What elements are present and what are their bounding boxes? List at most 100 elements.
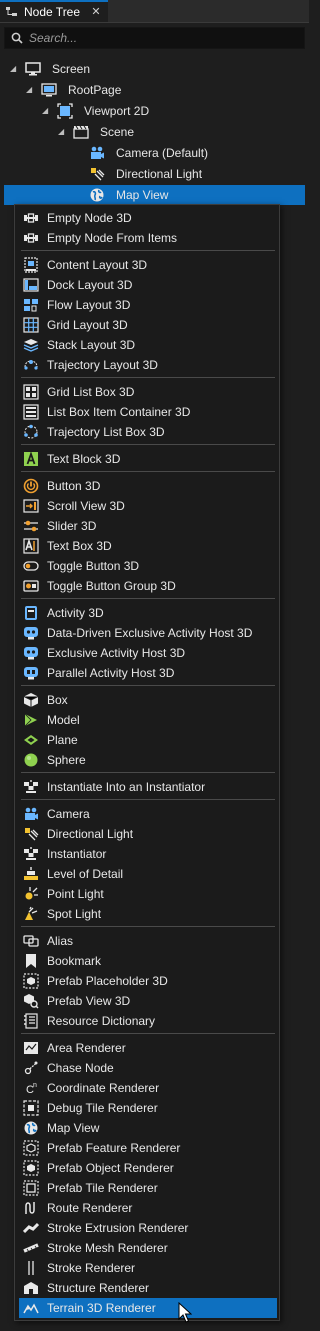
tree-node[interactable]: ◢ Viewport 2D — [42, 101, 149, 121]
menu-item[interactable]: Level of Detail — [19, 864, 277, 884]
menu-item[interactable]: Model — [19, 710, 277, 730]
menu-item[interactable]: Instantiate Into an Instantiator — [19, 777, 277, 797]
grid-layout-icon — [23, 317, 39, 333]
menu-item[interactable]: Stack Layout 3D — [19, 335, 277, 355]
menu-item[interactable]: Text Box 3D — [19, 536, 277, 556]
menu-item[interactable]: Stroke Renderer — [19, 1258, 277, 1278]
menu-item[interactable]: List Box Item Container 3D — [19, 402, 277, 422]
expand-arrow-icon[interactable]: ◢ — [26, 85, 36, 95]
menu-item[interactable]: Bookmark — [19, 951, 277, 971]
menu-item[interactable]: Flow Layout 3D — [19, 295, 277, 315]
expand-arrow-icon[interactable]: ◢ — [10, 64, 20, 74]
resource-dictionary-icon — [23, 1013, 39, 1029]
menu-item[interactable]: Trajectory Layout 3D — [19, 355, 277, 375]
expand-arrow-icon[interactable]: ◢ — [42, 106, 52, 116]
menu-item[interactable]: Parallel Activity Host 3D — [19, 663, 277, 683]
menu-item[interactable]: Stroke Extrusion Renderer — [19, 1218, 277, 1238]
menu-item[interactable]: Prefab Feature Renderer — [19, 1138, 277, 1158]
menu-item[interactable]: Empty Node 3D — [19, 208, 277, 228]
tree-node[interactable]: Directional Light — [74, 164, 202, 184]
menu-item-label: Content Layout 3D — [47, 258, 148, 272]
menu-item[interactable]: Route Renderer — [19, 1198, 277, 1218]
menu-item[interactable]: Button 3D — [19, 476, 277, 496]
tree-node-label: Scene — [100, 125, 135, 139]
menu-item[interactable]: Prefab Object Renderer — [19, 1158, 277, 1178]
slider-icon — [23, 518, 39, 534]
menu-item[interactable]: Exclusive Activity Host 3D — [19, 643, 277, 663]
menu-item-label: Prefab Placeholder 3D — [47, 974, 168, 988]
menu-item[interactable]: Scroll View 3D — [19, 496, 277, 516]
menu-item[interactable]: Content Layout 3D — [19, 255, 277, 275]
menu-item-label: Debug Tile Renderer — [47, 1101, 158, 1115]
menu-item-label: Chase Node — [47, 1061, 114, 1075]
parallel-host-icon — [23, 665, 39, 681]
menu-separator — [21, 377, 275, 378]
point-light-icon — [23, 886, 39, 902]
menu-item[interactable]: Point Light — [19, 884, 277, 904]
menu-item[interactable]: Toggle Button 3D — [19, 556, 277, 576]
tab-node-tree[interactable]: Node Tree ✕ — [0, 0, 108, 22]
coordinate-icon: Cn — [23, 1080, 39, 1096]
menu-item[interactable]: Sphere — [19, 750, 277, 770]
tree-node-label: Camera (Default) — [116, 146, 209, 160]
menu-item[interactable]: Cn Coordinate Renderer — [19, 1078, 277, 1098]
tree-node[interactable]: ◢ Screen — [10, 59, 90, 79]
menu-item[interactable]: Text Block 3D — [19, 449, 277, 469]
content-layout-icon — [23, 257, 39, 273]
list-box-icon — [23, 404, 39, 420]
prefab-object-icon — [23, 1160, 39, 1176]
menu-item[interactable]: Camera — [19, 804, 277, 824]
menu-item[interactable]: Resource Dictionary — [19, 1011, 277, 1031]
menu-item[interactable]: Plane — [19, 730, 277, 750]
activity-host-icon — [23, 645, 39, 661]
menu-item[interactable]: Dock Layout 3D — [19, 275, 277, 295]
tree-node[interactable]: ◢ RootPage — [26, 80, 121, 100]
menu-item[interactable]: Spot Light — [19, 904, 277, 924]
menu-item-label: Empty Node From Items — [47, 231, 178, 245]
menu-item[interactable]: Map View — [19, 1118, 277, 1138]
menu-item[interactable]: Stroke Mesh Renderer — [19, 1238, 277, 1258]
menu-item[interactable]: Instantiator — [19, 844, 277, 864]
menu-item[interactable]: Terrain 3D Renderer — [19, 1298, 277, 1318]
menu-item[interactable]: Structure Renderer — [19, 1278, 277, 1298]
expand-arrow-icon[interactable]: ◢ — [58, 127, 68, 137]
menu-item[interactable]: Box — [19, 690, 277, 710]
menu-item[interactable]: Grid Layout 3D — [19, 315, 277, 335]
menu-item[interactable]: Slider 3D — [19, 516, 277, 536]
menu-item[interactable]: Alias — [19, 931, 277, 951]
menu-item-label: Toggle Button 3D — [47, 559, 140, 573]
menu-item[interactable]: Debug Tile Renderer — [19, 1098, 277, 1118]
menu-item-label: Alias — [47, 934, 74, 948]
menu-item-label: Slider 3D — [47, 519, 97, 533]
tree-node[interactable]: ◢ Scene — [58, 122, 134, 142]
menu-item[interactable]: Grid List Box 3D — [19, 382, 277, 402]
menu-item-label: Camera — [47, 807, 90, 821]
menu-item[interactable]: Trajectory List Box 3D — [19, 422, 277, 442]
tree-node[interactable]: Map View — [4, 185, 305, 205]
menu-item[interactable]: Prefab View 3D — [19, 991, 277, 1011]
menu-separator — [21, 444, 275, 445]
menu-item[interactable]: Chase Node — [19, 1058, 277, 1078]
menu-item-label: Activity 3D — [47, 606, 104, 620]
tree-node-label: Screen — [52, 62, 91, 76]
stroke-extrusion-icon — [23, 1220, 39, 1236]
close-icon[interactable]: ✕ — [90, 6, 102, 18]
level-of-detail-icon — [23, 866, 39, 882]
menu-item[interactable]: Prefab Tile Renderer — [19, 1178, 277, 1198]
structure-icon — [23, 1280, 39, 1296]
menu-item[interactable]: Directional Light — [19, 824, 277, 844]
terrain-icon — [23, 1300, 39, 1316]
menu-item-label: Spot Light — [47, 907, 102, 921]
instantiator-icon — [23, 779, 39, 795]
menu-item[interactable]: Data-Driven Exclusive Activity Host 3D — [19, 623, 277, 643]
menu-item[interactable]: Area Renderer — [19, 1038, 277, 1058]
tree-node[interactable]: Camera (Default) — [74, 143, 208, 163]
menu-item[interactable]: Activity 3D — [19, 603, 277, 623]
menu-item[interactable]: Empty Node From Items — [19, 228, 277, 248]
menu-item[interactable]: Prefab Placeholder 3D — [19, 971, 277, 991]
menu-item-label: Empty Node 3D — [47, 211, 132, 225]
menu-item-label: Grid List Box 3D — [47, 385, 135, 399]
search-input[interactable] — [29, 31, 289, 45]
menu-item[interactable]: Toggle Button Group 3D — [19, 576, 277, 596]
